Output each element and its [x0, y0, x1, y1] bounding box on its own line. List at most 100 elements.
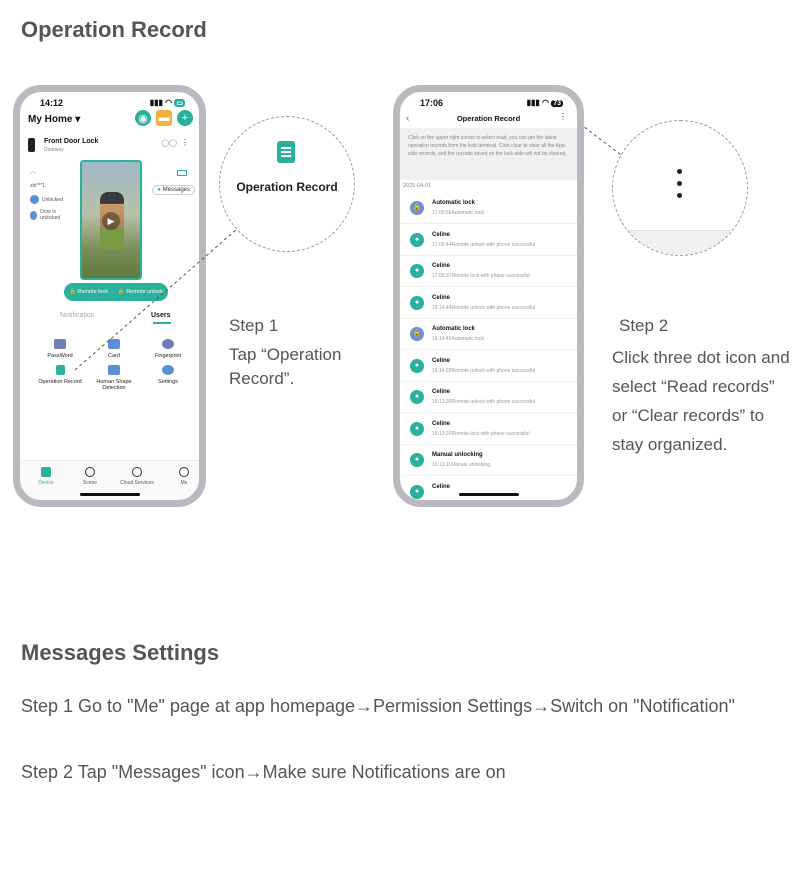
device-icon: [41, 467, 51, 477]
step1-title: Step 1: [229, 316, 279, 335]
user-icon: ●: [410, 232, 424, 247]
lock-device-icon: [28, 138, 35, 152]
nav-scene[interactable]: Scene: [68, 467, 112, 486]
grid-item-password[interactable]: PassWord: [32, 339, 88, 359]
list-item[interactable]: ● Celine 17:05:37Remote lock with phone su…: [400, 256, 577, 287]
door-status-icon: [30, 210, 38, 220]
record-detail: 16:14:40Automatic lock: [432, 336, 484, 342]
grid-item-human-shape[interactable]: Human Shape Detection: [86, 365, 142, 391]
callout-operation-record: Operation Record: [219, 116, 355, 252]
folder-icon[interactable]: ▬: [156, 110, 172, 126]
status-code: zhi***1: [30, 183, 46, 189]
user-icon: ●: [410, 421, 424, 436]
record-title: Celine: [432, 263, 451, 269]
human-shape-icon: [108, 365, 120, 375]
tab-underline: [153, 322, 171, 324]
record-title: Celine: [432, 483, 451, 490]
lock-icon: 🔒: [410, 201, 424, 215]
messages-button[interactable]: ● Messages: [152, 185, 195, 195]
list-item[interactable]: ● Celine 16:14:28Remote unlock with phone …: [400, 351, 577, 382]
list-item[interactable]: 🔒 Automatic lock 16:14:40Automatic lock: [400, 319, 577, 350]
step1-text: Tap “Operation Record”.: [229, 345, 342, 388]
record-date: 2025-04-01: [403, 183, 432, 189]
more-icon[interactable]: ⋮: [181, 138, 189, 147]
nav-cloud-services[interactable]: Cloud Services: [115, 467, 159, 486]
operation-record-icon: [277, 141, 295, 163]
wifi-icon: ◠: [30, 171, 37, 178]
nav-device[interactable]: Device: [24, 467, 68, 486]
status-bar: 14:12 ▮▮▮ ◠ ▭: [20, 92, 199, 112]
cloud-services-icon: [132, 467, 142, 477]
unlock-status-icon: [30, 195, 39, 204]
add-icon[interactable]: +: [177, 110, 193, 126]
lock-name: Front Door Lock: [44, 138, 99, 145]
grid-item-settings[interactable]: Settings: [140, 365, 196, 385]
list-item[interactable]: ● Celine: [400, 477, 577, 501]
list-item[interactable]: ● Celine 16:13:26Remote lock with phone su…: [400, 414, 577, 445]
record-detail: 17:05:44Remote unlock with phone success…: [432, 241, 536, 248]
messages-step2: Step 2 Tap "Messages" icon→Make sure Not…: [21, 762, 506, 782]
three-dot-icon: [677, 169, 683, 205]
record-detail: 17:05:55Automatic lock: [432, 210, 484, 216]
phone-operation-record-screen: 17:06 ▮▮▮ ◠ 73 ‹ Operation Record ⋮ Clic…: [393, 85, 584, 507]
battery-icon: [177, 170, 187, 176]
record-title: Celine: [432, 357, 451, 364]
card-icon: [108, 339, 120, 349]
messages-step1: Step 1 Go to "Me" page at app homepage→P…: [21, 696, 735, 716]
settings-icon: [162, 365, 174, 375]
user-icon: ●: [410, 264, 424, 278]
door-status: Door is unlocked: [30, 209, 70, 221]
unlocked-status: Unlocked: [30, 195, 63, 204]
section-title-operation-record: Operation Record: [21, 17, 207, 42]
camera-icon[interactable]: ◉: [135, 110, 151, 126]
user-icon: ●: [410, 295, 424, 310]
grid-item-fingerprint[interactable]: Fingerprint: [140, 339, 196, 359]
fingerprint-icon: [162, 339, 174, 349]
grid-item-operation-record[interactable]: Operation Record: [32, 365, 88, 385]
home-indicator: [79, 493, 140, 496]
lock-location: Doorway: [44, 147, 64, 153]
list-item[interactable]: 🔒 Automatic lock 17:05:55Automatic lock: [400, 193, 577, 224]
status-bar: 17:06 ▮▮▮ ◠ 73: [400, 92, 577, 112]
cloud-icon: ◯◯: [161, 140, 177, 147]
record-detail: 16:13:30Remote unlock with phone success…: [432, 399, 536, 405]
step2-text: Click three dot icon and select “Read re…: [612, 348, 790, 454]
remote-control-bar: 🔒 Remote lock 🔓 Remote unlock: [64, 283, 168, 301]
record-title: Automatic lock: [432, 200, 476, 206]
page-title: Operation Record: [456, 114, 521, 123]
tab-users[interactable]: Users: [151, 312, 170, 319]
record-title: Celine: [432, 420, 451, 427]
play-icon[interactable]: ▶: [102, 212, 120, 230]
record-detail: 16:13:11Manual unlocking: [432, 462, 491, 468]
user-icon: ●: [410, 390, 424, 404]
list-item[interactable]: ● Celine 16:14:44Remote unlock with phone …: [400, 288, 577, 319]
list-item[interactable]: ● Celine 16:13:30Remote unlock with phone …: [400, 382, 577, 413]
callout-label: Operation Record: [236, 180, 338, 194]
scene-icon: [85, 467, 95, 477]
nav-me[interactable]: Me: [162, 467, 199, 486]
doorbell-camera-preview[interactable]: ▶: [80, 160, 142, 280]
info-banner: Click on the upper right corner to selec…: [400, 128, 577, 180]
password-icon: [54, 339, 66, 349]
me-icon: [179, 467, 189, 477]
tab-notification[interactable]: Notification: [60, 312, 95, 319]
record-title: Celine: [432, 231, 451, 238]
lock-icon: 🔒: [410, 327, 424, 341]
record-detail: 16:14:28Remote unlock with phone success…: [432, 367, 536, 374]
user-icon: ●: [410, 358, 424, 373]
grid-item-card[interactable]: Card: [86, 339, 142, 359]
status-time: 17:06: [420, 98, 444, 108]
banner-preview: [613, 230, 747, 255]
list-item[interactable]: ● Manual unlocking 16:13:11Manual unlockin…: [400, 445, 577, 476]
home-selector[interactable]: My Home ▾: [28, 114, 80, 125]
record-title: Celine: [432, 294, 451, 301]
remote-unlock-button[interactable]: 🔓 Remote unlock: [118, 289, 163, 295]
three-dot-menu-icon[interactable]: ⋮: [559, 112, 567, 121]
record-detail: 16:14:44Remote unlock with phone success…: [432, 304, 536, 311]
battery-level: 73: [551, 100, 563, 107]
bottom-nav: Device Scene Cloud Services Me: [20, 460, 199, 500]
status-time: 14:12: [40, 98, 64, 108]
remote-lock-button[interactable]: 🔒 Remote lock: [69, 289, 108, 295]
list-item[interactable]: ● Celine 17:05:44Remote unlock with phone …: [400, 225, 577, 256]
home-indicator: [458, 493, 519, 496]
